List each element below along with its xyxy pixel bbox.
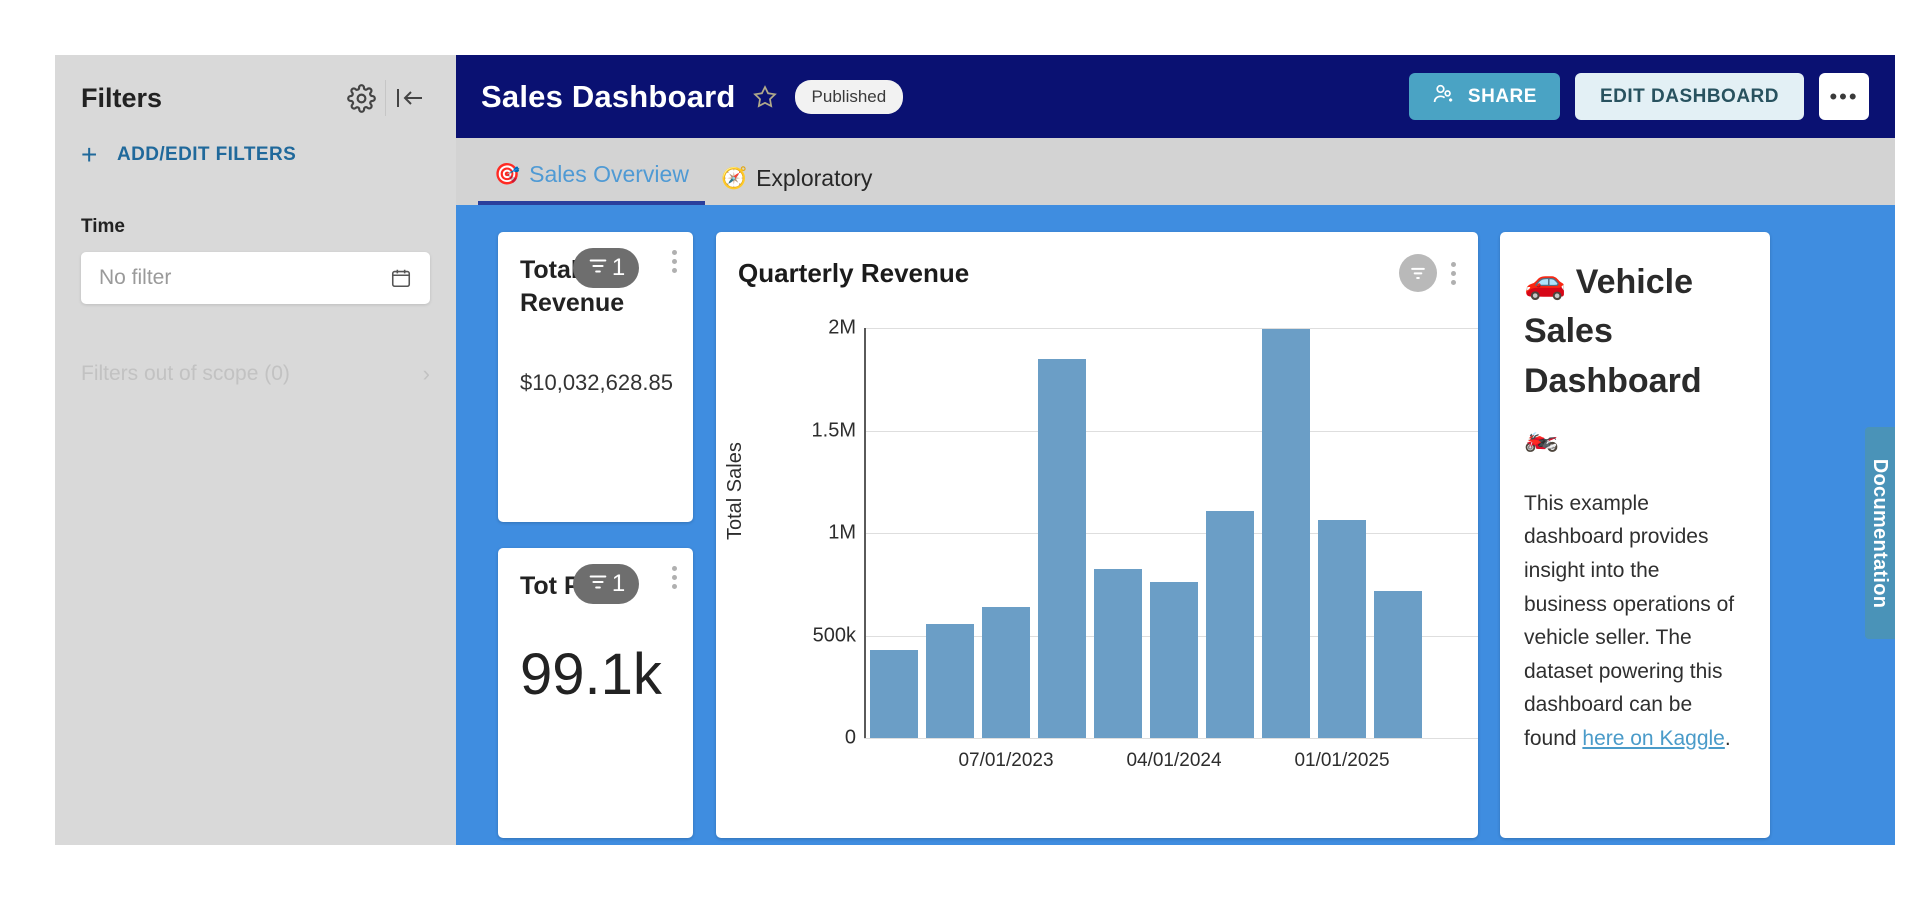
card-total-products-kebab[interactable] xyxy=(672,566,677,589)
ellipsis-icon: ••• xyxy=(1829,84,1858,110)
plus-icon: + xyxy=(81,141,111,169)
kebab-dot xyxy=(1451,280,1456,285)
kebab-dot xyxy=(672,575,677,580)
time-filter-value: No filter xyxy=(99,266,390,290)
time-section-label: Time xyxy=(55,169,456,238)
filters-header: Filters xyxy=(55,55,456,119)
tab-sales-overview[interactable]: 🎯 Sales Overview xyxy=(478,161,705,205)
chart-y-tick-label: 1.5M xyxy=(784,419,856,442)
chart-bar[interactable] xyxy=(1150,582,1198,738)
dashboard-viewport: Filters + ADD/E xyxy=(55,55,1895,845)
dashboard-canvas: Total Revenue 1 xyxy=(456,205,1895,845)
filter-funnel-icon[interactable] xyxy=(1399,254,1437,292)
filters-title: Filters xyxy=(81,83,341,114)
chart-bar[interactable] xyxy=(982,607,1030,738)
chart-y-ticks: 0 500k 1M 1.5M 2M xyxy=(746,292,856,832)
card-documentation[interactable]: 🚗 Vehicle Sales Dashboard 🏍️ This exampl… xyxy=(1500,232,1770,838)
target-icon: 🎯 xyxy=(494,163,520,187)
documentation-heading: 🚗 Vehicle Sales Dashboard xyxy=(1524,258,1746,406)
tab-exploratory[interactable]: 🧭 Exploratory xyxy=(705,165,888,205)
compass-icon: 🧭 xyxy=(721,167,747,191)
card-total-revenue-kebab[interactable] xyxy=(672,250,677,273)
filter-badge-total-revenue[interactable]: 1 xyxy=(573,248,639,288)
kaggle-link[interactable]: here on Kaggle xyxy=(1582,727,1724,750)
tab-sales-overview-label: Sales Overview xyxy=(529,161,689,188)
calendar-icon xyxy=(390,267,412,289)
share-button-label: SHARE xyxy=(1468,86,1537,108)
dashboard-main: Sales Dashboard Published xyxy=(456,55,1895,845)
chart-bar[interactable] xyxy=(1262,329,1310,738)
header-divider xyxy=(385,80,386,116)
card-total-revenue-header: Total Revenue 1 xyxy=(498,232,693,320)
share-person-icon xyxy=(1432,82,1456,112)
chart-x-tick-label: 07/01/2023 xyxy=(958,750,1053,772)
page-title: Sales Dashboard xyxy=(481,79,736,115)
chart-bar[interactable] xyxy=(870,650,918,738)
chevron-right-icon: › xyxy=(423,361,430,387)
chart-bar[interactable] xyxy=(1038,359,1086,738)
chart-y-tick-label: 0 xyxy=(784,727,856,750)
chart-x-tick-label: 01/01/2025 xyxy=(1294,750,1389,772)
add-edit-filters-label: ADD/EDIT FILTERS xyxy=(117,144,296,166)
dashboard-header: Sales Dashboard Published xyxy=(456,55,1895,138)
card-quarterly-revenue[interactable]: Quarterly Revenue Tot xyxy=(716,232,1478,838)
filters-out-of-scope-row[interactable]: Filters out of scope (0) › xyxy=(55,354,456,394)
chart-y-tick-label: 2M xyxy=(784,317,856,340)
documentation-body-tail: . xyxy=(1725,727,1731,750)
kebab-dot xyxy=(672,566,677,571)
chart-y-tick-label: 1M xyxy=(784,522,856,545)
card-total-revenue-value: $10,032,628.85 xyxy=(498,370,693,396)
gear-icon[interactable] xyxy=(341,78,381,118)
card-total-products[interactable]: Tot P... 1 xyxy=(498,548,693,838)
chart-kebab-menu[interactable] xyxy=(1451,262,1456,285)
card-total-products-value: 99.1k xyxy=(498,641,693,708)
chart-bar[interactable] xyxy=(926,624,974,738)
filter-badge-total-products[interactable]: 1 xyxy=(573,564,639,604)
chart-x-tick-label: 04/01/2024 xyxy=(1126,750,1221,772)
kebab-dot xyxy=(1451,271,1456,276)
chart-plot-area: Total Sales 0 500k 1M 1.5M 2M 07/01/2023 04/0… xyxy=(716,292,1478,832)
car-icon: 🚗 xyxy=(1524,263,1566,301)
documentation-side-tab[interactable]: Documentation xyxy=(1865,427,1895,639)
kebab-dot xyxy=(672,259,677,264)
status-badge: Published xyxy=(795,80,904,114)
kebab-dot xyxy=(1451,262,1456,267)
documentation-body-text: This example dashboard provides insight … xyxy=(1524,492,1734,750)
filter-badge-count: 1 xyxy=(612,570,625,598)
time-filter-input[interactable]: No filter xyxy=(81,252,430,304)
more-options-button[interactable]: ••• xyxy=(1819,73,1869,120)
documentation-side-tab-label: Documentation xyxy=(1869,458,1892,607)
add-edit-filters-button[interactable]: + ADD/EDIT FILTERS xyxy=(55,119,456,169)
kebab-dot xyxy=(672,250,677,255)
star-outline-icon[interactable] xyxy=(752,84,778,110)
filter-badge-count: 1 xyxy=(612,254,625,282)
chart-bar[interactable] xyxy=(1374,591,1422,738)
share-button[interactable]: SHARE xyxy=(1409,73,1560,120)
chart-title: Quarterly Revenue xyxy=(738,258,1399,289)
collapse-left-icon[interactable] xyxy=(390,78,430,118)
documentation-body: This example dashboard provides insight … xyxy=(1524,487,1746,756)
card-total-products-header: Tot P... 1 xyxy=(498,548,693,603)
motorcycle-icon: 🏍️ xyxy=(1524,420,1746,453)
kebab-dot xyxy=(672,584,677,589)
filter-funnel-icon xyxy=(587,255,609,282)
chart-bar[interactable] xyxy=(1094,569,1142,738)
edit-dashboard-button[interactable]: EDIT DASHBOARD xyxy=(1575,73,1804,120)
chart-y-axis-label: Total Sales xyxy=(724,442,747,540)
filters-out-of-scope-label: Filters out of scope (0) xyxy=(81,362,423,386)
card-total-revenue[interactable]: Total Revenue 1 xyxy=(498,232,693,522)
filter-funnel-icon xyxy=(587,571,609,598)
dashboard-tabs: 🎯 Sales Overview 🧭 Exploratory xyxy=(456,138,1895,205)
tab-exploratory-label: Exploratory xyxy=(756,165,872,192)
chart-bar[interactable] xyxy=(1318,520,1366,738)
kebab-dot xyxy=(672,268,677,273)
app-window: Filters + ADD/E xyxy=(0,0,1928,899)
filters-sidebar: Filters + ADD/E xyxy=(55,55,456,845)
chart-y-tick-label: 500k xyxy=(784,624,856,647)
edit-dashboard-label: EDIT DASHBOARD xyxy=(1600,86,1779,108)
chart-bar[interactable] xyxy=(1206,511,1254,738)
chart-header: Quarterly Revenue xyxy=(716,232,1478,292)
